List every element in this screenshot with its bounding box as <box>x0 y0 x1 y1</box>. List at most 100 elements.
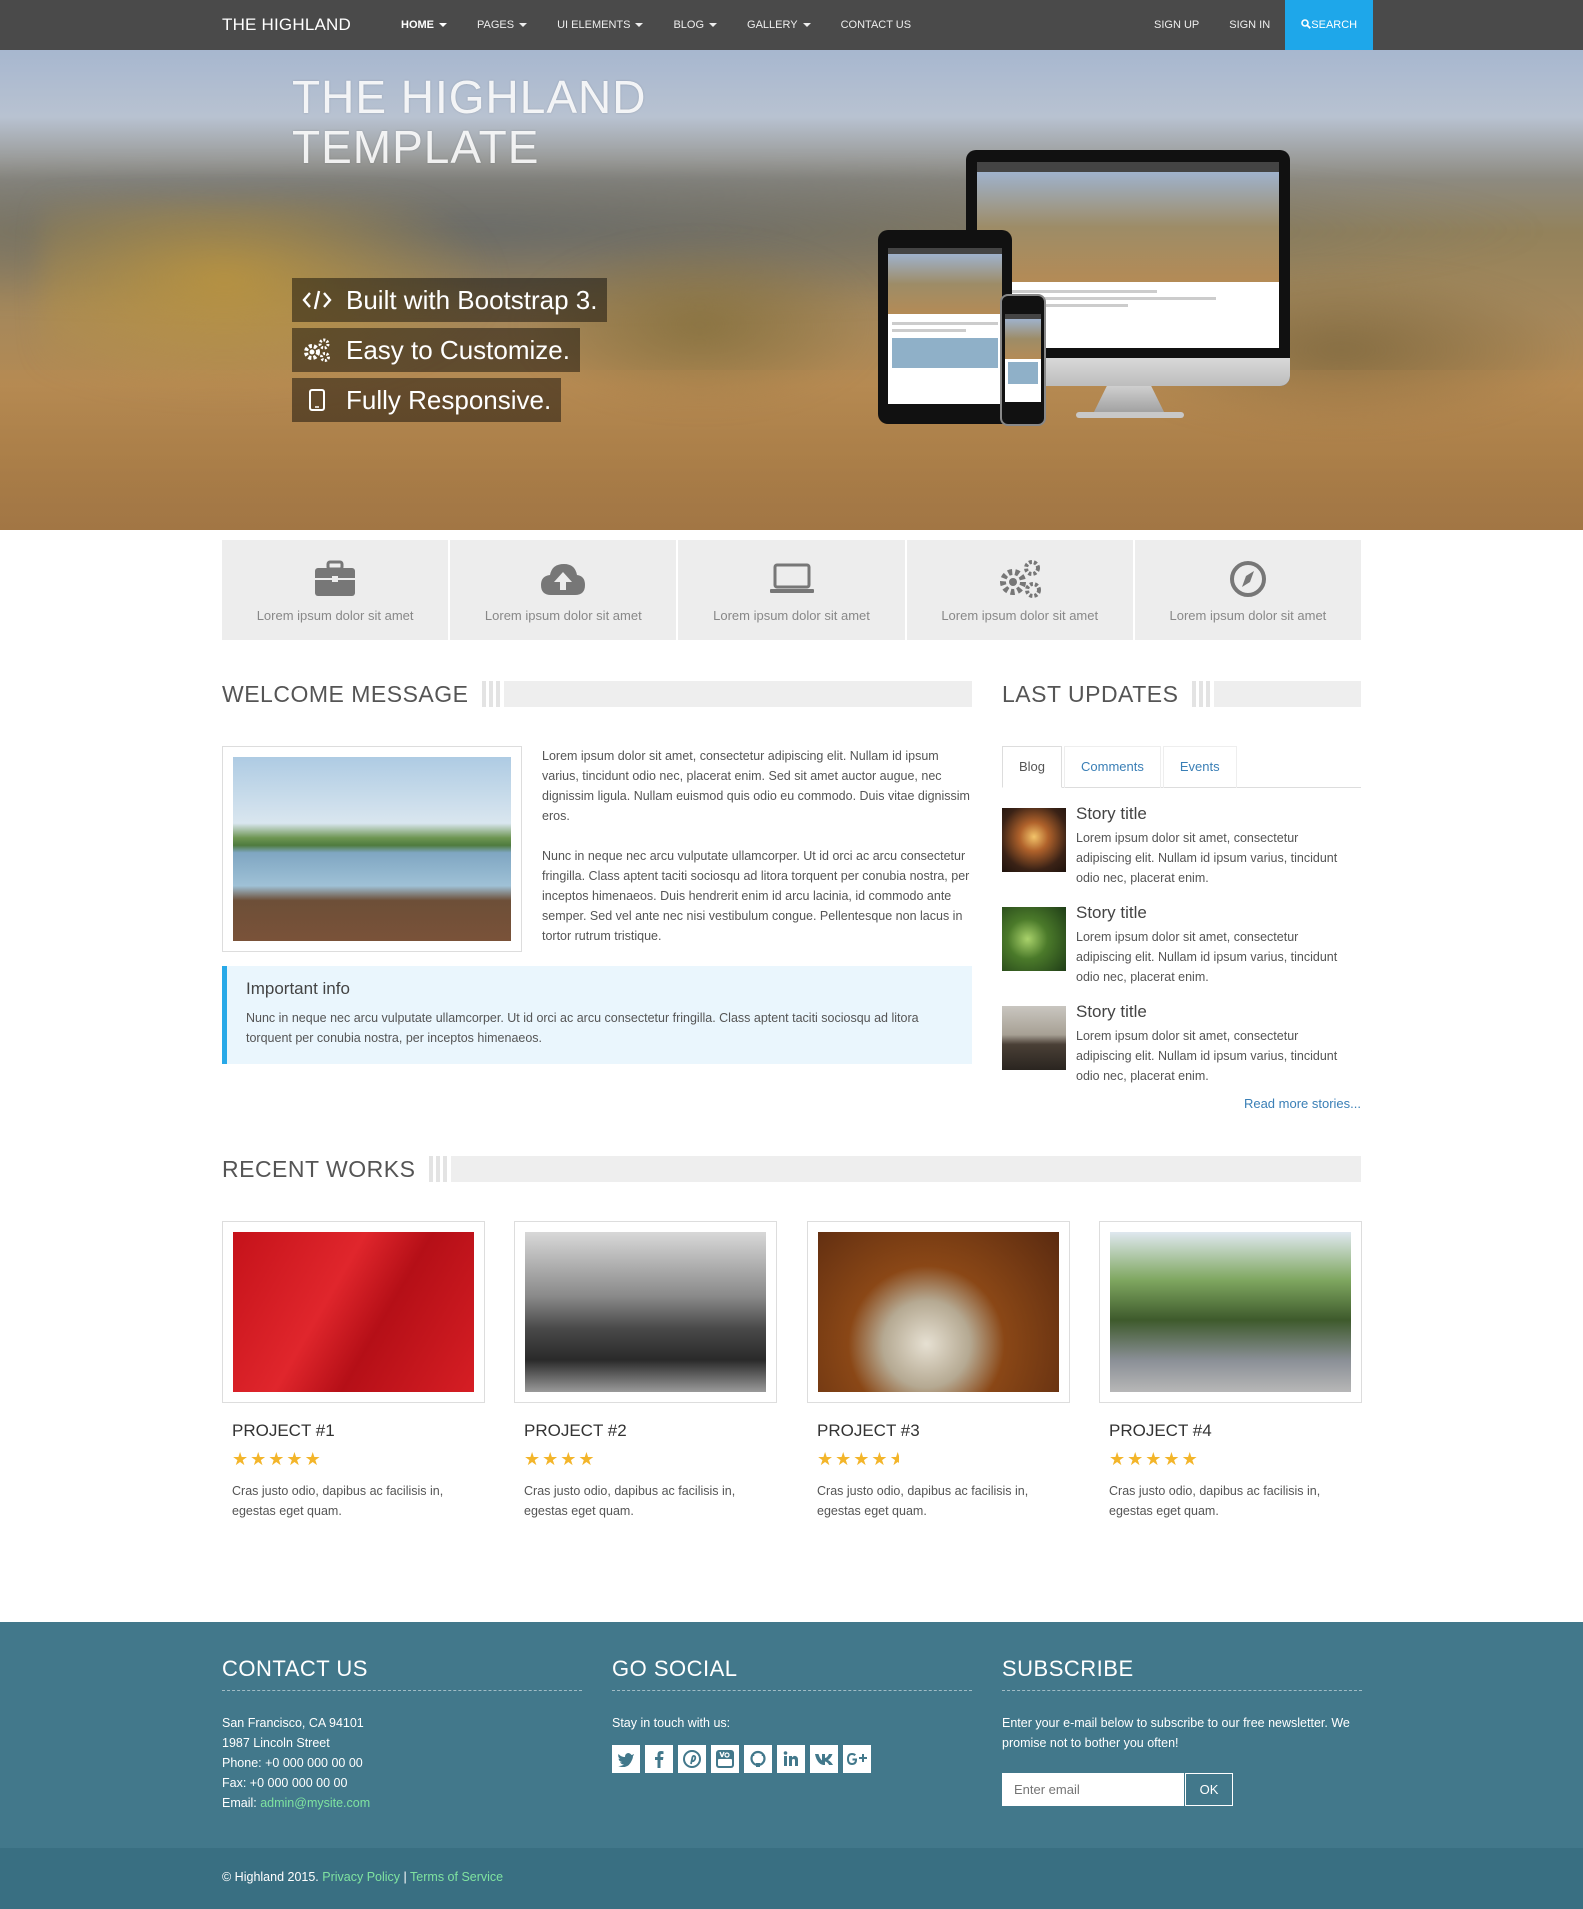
star-rating: ★★★★★ <box>817 1449 1070 1469</box>
social-icons <box>612 1745 972 1773</box>
google-plus-icon[interactable] <box>843 1745 871 1773</box>
caret-down-icon <box>802 23 811 28</box>
project-title[interactable]: PROJECT #2 <box>524 1421 777 1441</box>
star-icon: ★ <box>542 1449 561 1469</box>
info-body: Nunc in neque nec arcu vulputate ullamco… <box>246 1011 919 1045</box>
footer-contact: CONTACT US San Francisco, CA 94101 1987 … <box>222 1656 582 1813</box>
vk-icon[interactable] <box>810 1745 838 1773</box>
project-card[interactable]: PROJECT #3 ★★★★★ Cras justo odio, dapibu… <box>807 1221 1070 1521</box>
feature-box-4[interactable]: Lorem ipsum dolor sit amet <box>906 540 1133 640</box>
section-title: LAST UPDATES <box>1002 680 1179 707</box>
tab-comments[interactable]: Comments <box>1064 746 1161 788</box>
hero-banner <box>0 50 1583 530</box>
sign-in-link[interactable]: SIGN IN <box>1214 0 1285 50</box>
terms-of-service-link[interactable]: Terms of Service <box>410 1870 503 1884</box>
top-navbar: THE HIGHLAND HOME PAGES UI ELEMENTS BLOG… <box>0 0 1583 50</box>
welcome-paragraph: Lorem ipsum dolor sit amet, consectetur … <box>542 749 970 823</box>
story-item[interactable]: Story title Lorem ipsum dolor sit amet, … <box>1002 804 1361 894</box>
nav-blog[interactable]: BLOG <box>658 0 732 50</box>
email-label: Email: <box>222 1796 261 1810</box>
heading-decoration <box>429 1156 448 1182</box>
code-icon <box>298 278 336 322</box>
project-card[interactable]: PROJECT #4 ★★★★★ Cras justo odio, dapibu… <box>1099 1221 1362 1521</box>
separator: | <box>403 1870 407 1884</box>
project-image[interactable] <box>807 1221 1070 1403</box>
project-image[interactable] <box>222 1221 485 1403</box>
heading-bar <box>1214 681 1361 707</box>
story-item[interactable]: Story title Lorem ipsum dolor sit amet, … <box>1002 1002 1361 1092</box>
sign-up-link[interactable]: SIGN UP <box>1139 0 1214 50</box>
info-title: Important info <box>246 979 350 998</box>
star-icon: ★ <box>268 1449 287 1469</box>
read-more-link[interactable]: Read more stories... <box>1241 1096 1361 1111</box>
feature-box-2[interactable]: Lorem ipsum dolor sit amet <box>450 540 677 640</box>
email-link[interactable]: admin@mysite.com <box>260 1796 370 1810</box>
address-line: San Francisco, CA 94101 <box>222 1716 364 1730</box>
star-icon: ★ <box>871 1449 890 1469</box>
star-icon: ★ <box>304 1449 323 1469</box>
facebook-icon[interactable] <box>645 1745 673 1773</box>
fax-number: Fax: +0 000 000 00 00 <box>222 1776 348 1790</box>
copyright: © Highland 2015. Privacy Policy | Terms … <box>222 1870 503 1884</box>
subscribe-ok-button[interactable]: OK <box>1185 1773 1233 1806</box>
hero-title-line-1: THE HIGHLAND <box>292 71 647 123</box>
feature-box-3[interactable]: Lorem ipsum dolor sit amet <box>678 540 905 640</box>
story-title[interactable]: Story title <box>1076 804 1147 824</box>
heading-decoration <box>1192 681 1211 707</box>
phone-mockup <box>1000 294 1046 426</box>
welcome-text: Lorem ipsum dolor sit amet, consectetur … <box>542 746 972 966</box>
project-title[interactable]: PROJECT #3 <box>817 1421 1070 1441</box>
search-icon <box>1301 19 1312 29</box>
youtube-icon[interactable] <box>711 1745 739 1773</box>
story-title[interactable]: Story title <box>1076 1002 1147 1022</box>
nav-home[interactable]: HOME <box>386 0 462 50</box>
nav-right: SIGN UP SIGN IN SEARCH <box>1139 0 1374 50</box>
project-card[interactable]: PROJECT #2 ★★★★ Cras justo odio, dapibus… <box>514 1221 777 1521</box>
caret-down-icon <box>519 23 528 28</box>
feature-box-1[interactable]: Lorem ipsum dolor sit amet <box>222 540 449 640</box>
pinterest-icon[interactable] <box>678 1745 706 1773</box>
feature-label: Lorem ipsum dolor sit amet <box>713 608 870 623</box>
project-title[interactable]: PROJECT #4 <box>1109 1421 1362 1441</box>
caret-down-icon <box>635 23 644 28</box>
project-title[interactable]: PROJECT #1 <box>232 1421 485 1441</box>
footer-heading: SUBSCRIBE <box>1002 1656 1362 1691</box>
nav-contact-us[interactable]: CONTACT US <box>826 0 927 50</box>
story-thumbnail <box>1002 1006 1066 1070</box>
story-item[interactable]: Story title Lorem ipsum dolor sit amet, … <box>1002 903 1361 993</box>
email-line: Email: admin@mysite.com <box>222 1793 582 1813</box>
privacy-policy-link[interactable]: Privacy Policy <box>322 1870 400 1884</box>
subscribe-email-input[interactable] <box>1002 1773 1184 1806</box>
brand-logo[interactable]: THE HIGHLAND <box>222 0 351 50</box>
story-title[interactable]: Story title <box>1076 903 1147 923</box>
nav-pages[interactable]: PAGES <box>462 0 542 50</box>
welcome-paragraph: Nunc in neque nec arcu vulputate ullamco… <box>542 849 970 943</box>
hero-feature-label: Fully Responsive. <box>346 384 552 415</box>
phone-screen <box>1005 314 1041 402</box>
caret-down-icon <box>439 23 447 28</box>
nav-gallery[interactable]: GALLERY <box>732 0 826 50</box>
boat-photo <box>233 757 511 941</box>
tab-blog[interactable]: Blog <box>1002 746 1063 788</box>
project-image[interactable] <box>1099 1221 1362 1403</box>
linkedin-icon[interactable] <box>777 1745 805 1773</box>
feature-label: Lorem ipsum dolor sit amet <box>256 608 414 623</box>
feature-box-5[interactable]: Lorem ipsum dolor sit amet <box>1134 540 1362 640</box>
subscribe-text: Enter your e-mail below to subscribe to … <box>1002 1716 1350 1750</box>
twitter-icon[interactable] <box>612 1745 640 1773</box>
hero-feature-responsive: Fully Responsive. <box>292 378 562 422</box>
copyright-text: © Highland 2015. <box>222 1870 319 1884</box>
last-updates-heading: LAST UPDATES <box>1002 680 1361 708</box>
search-button[interactable]: SEARCH <box>1285 0 1374 50</box>
star-icon: ★ <box>1109 1449 1128 1469</box>
hero-feature-bootstrap: Built with Bootstrap 3. <box>292 278 608 322</box>
github-icon[interactable] <box>744 1745 772 1773</box>
tablet-mockup <box>878 230 1012 424</box>
project-image[interactable] <box>514 1221 777 1403</box>
tab-events[interactable]: Events <box>1162 746 1237 788</box>
nav-ui-elements[interactable]: UI ELEMENTS <box>542 0 658 50</box>
project-card[interactable]: PROJECT #1 ★★★★★ Cras justo odio, dapibu… <box>222 1221 485 1521</box>
section-title: WELCOME MESSAGE <box>222 680 469 707</box>
monitor-base <box>1076 412 1184 418</box>
tablet-screen <box>888 248 1002 404</box>
